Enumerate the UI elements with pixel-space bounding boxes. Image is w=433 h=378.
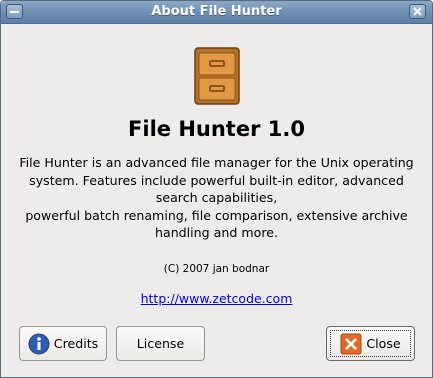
credits-button-label: Credits xyxy=(53,336,99,351)
title-bar[interactable]: About File Hunter xyxy=(1,1,432,24)
license-button-label: License xyxy=(136,336,185,351)
program-comments: File Hunter is an advanced file manager … xyxy=(11,154,422,242)
close-button-label: Close xyxy=(366,336,401,351)
close-icon xyxy=(340,333,362,354)
website-link[interactable]: http://www.zetcode.com xyxy=(141,291,293,306)
comments-line: search capabilities, xyxy=(155,190,278,205)
about-dialog: About File Hunter File Hunter 1.0 File H… xyxy=(0,0,433,378)
program-name: File Hunter 1.0 xyxy=(128,117,305,141)
copyright-text: (C) 2007 jan bodnar xyxy=(163,263,270,275)
file-cabinet-icon xyxy=(194,47,240,105)
comments-line: powerful batch renaming, file comparison… xyxy=(25,207,408,223)
credits-button[interactable]: Credits xyxy=(19,326,107,361)
info-icon xyxy=(28,333,50,354)
website-container: http://www.zetcode.com xyxy=(1,291,432,306)
comments-line: system. Features include powerful built-… xyxy=(29,172,404,188)
comments-line: handling and more. xyxy=(155,225,278,240)
window-title: About File Hunter xyxy=(151,4,282,19)
license-button[interactable]: License xyxy=(116,326,205,361)
window-close-button[interactable] xyxy=(409,4,426,19)
close-button[interactable]: Close xyxy=(326,326,415,361)
close-x-icon xyxy=(413,7,422,16)
comments-line: File Hunter is an advanced file manager … xyxy=(19,155,414,170)
